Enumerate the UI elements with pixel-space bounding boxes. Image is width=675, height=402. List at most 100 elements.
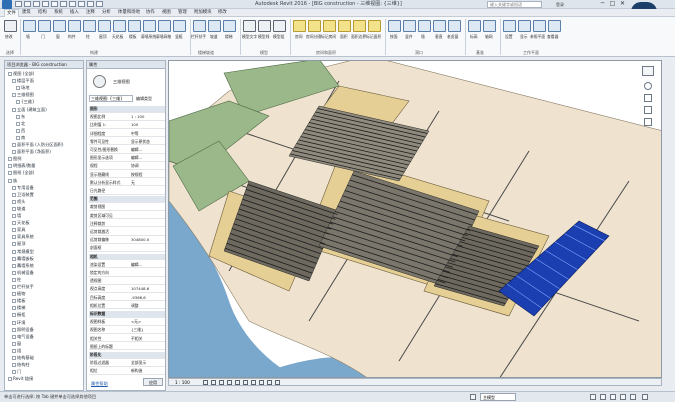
- revit-logo-icon[interactable]: [2, 0, 12, 9]
- browser-tree-item[interactable]: 西: [16, 128, 25, 134]
- browser-tree-item[interactable]: 幕墙嵌板: [12, 256, 34, 262]
- edit-type-button[interactable]: 编辑类型: [136, 95, 165, 102]
- property-row[interactable]: 渲染设置 编辑...: [89, 262, 165, 269]
- tab-analyze[interactable]: 分析: [102, 9, 111, 17]
- property-row[interactable]: 阶段过滤器 全部显示: [89, 360, 165, 367]
- text-icon[interactable]: [78, 1, 85, 7]
- property-value[interactable]: <无>: [131, 319, 141, 325]
- expand-toggle-icon[interactable]: [12, 341, 16, 346]
- model-text-icon[interactable]: [243, 20, 256, 32]
- property-row[interactable]: 视图比例 1 : 100: [89, 114, 165, 121]
- property-value[interactable]: {三维}: [131, 327, 143, 333]
- orbit-icon[interactable]: [644, 118, 652, 126]
- browser-tree-item[interactable]: 立面 (建筑立面): [12, 107, 47, 113]
- ramp-icon[interactable]: [208, 20, 221, 32]
- property-row[interactable]: 目标高度 -9366.6: [89, 295, 165, 302]
- type-selector[interactable]: 三维视图: {三维}: [89, 95, 133, 102]
- property-row[interactable]: 比例值 1: 100: [89, 122, 165, 129]
- browser-tree-item[interactable]: 楼板: [12, 298, 25, 304]
- expand-toggle-icon[interactable]: [12, 185, 16, 190]
- property-row[interactable]: 裁剪视图: [89, 204, 165, 211]
- browser-tree-item[interactable]: 电气设备: [12, 334, 34, 340]
- measure-icon[interactable]: [60, 1, 67, 7]
- room-icon[interactable]: [293, 20, 306, 32]
- temp-hide-icon[interactable]: [267, 380, 272, 385]
- browser-tree-item[interactable]: 机械设备: [12, 270, 34, 276]
- property-row[interactable]: 透视图: [89, 278, 165, 285]
- expand-toggle-icon[interactable]: [12, 228, 16, 233]
- area-icon[interactable]: [338, 20, 351, 32]
- workset-icon[interactable]: [470, 394, 476, 400]
- viewer-icon[interactable]: [548, 20, 561, 32]
- select-pinned-icon[interactable]: [610, 394, 616, 400]
- property-row[interactable]: 显示隐藏线 按规程: [89, 172, 165, 179]
- property-row[interactable]: 图纸上的标题: [89, 344, 165, 351]
- tab-architecture[interactable]: 建筑: [22, 9, 31, 17]
- floor-tool-icon[interactable]: [128, 20, 141, 32]
- expand-toggle-icon[interactable]: [16, 114, 20, 119]
- tab-view[interactable]: 视图: [162, 9, 171, 17]
- expand-toggle-icon[interactable]: [12, 313, 16, 318]
- expand-toggle-icon[interactable]: [12, 93, 16, 98]
- wall-opening-icon[interactable]: [418, 20, 431, 32]
- expand-toggle-icon[interactable]: [16, 135, 20, 140]
- component-tool-icon[interactable]: [68, 20, 81, 32]
- signin-link[interactable]: 登录: [556, 0, 564, 9]
- 3d-view-icon[interactable]: [87, 1, 94, 7]
- maximize-button[interactable]: □: [608, 0, 617, 8]
- expand-toggle-icon[interactable]: [12, 206, 16, 211]
- property-value[interactable]: 新构造: [131, 368, 142, 374]
- redo-icon[interactable]: [42, 1, 49, 7]
- expand-toggle-icon[interactable]: [12, 256, 16, 261]
- property-row[interactable]: 规程 协调: [89, 163, 165, 170]
- expand-toggle-icon[interactable]: [16, 128, 20, 133]
- expand-toggle-icon[interactable]: [12, 327, 16, 332]
- expand-toggle-icon[interactable]: [12, 79, 16, 84]
- navigation-bar[interactable]: [640, 66, 656, 146]
- expand-toggle-icon[interactable]: [12, 370, 16, 375]
- expand-toggle-icon[interactable]: [12, 249, 16, 254]
- render-icon[interactable]: [235, 380, 240, 385]
- stair-icon[interactable]: [223, 20, 236, 32]
- by-face-icon[interactable]: [388, 20, 401, 32]
- browser-tree-item[interactable]: Revit 链接: [8, 376, 33, 382]
- property-section[interactable]: 阶段化: [89, 352, 165, 359]
- property-row[interactable]: 可见性/图形替换 编辑...: [89, 147, 165, 154]
- dormer-icon[interactable]: [448, 20, 461, 32]
- crop-icon[interactable]: [243, 380, 248, 385]
- level-icon[interactable]: [468, 20, 481, 32]
- browser-tree-item[interactable]: 屋顶: [12, 241, 25, 247]
- expand-toggle-icon[interactable]: [8, 72, 12, 76]
- browser-tree-item[interactable]: 场地: [16, 85, 29, 91]
- curtain-grid-icon[interactable]: [158, 20, 171, 32]
- tab-systems[interactable]: 系统: [54, 9, 63, 17]
- property-section[interactable]: 范围: [89, 196, 165, 203]
- minimize-button[interactable]: ─: [598, 0, 607, 8]
- browser-tree-item[interactable]: 橱柜: [12, 312, 25, 318]
- ref-plane-icon[interactable]: [533, 20, 546, 32]
- pan-icon[interactable]: [644, 106, 652, 114]
- expand-toggle-icon[interactable]: [12, 221, 16, 226]
- property-row[interactable]: 视图名称 {三维}: [89, 327, 165, 334]
- expand-toggle-icon[interactable]: [8, 164, 12, 169]
- expand-toggle-icon[interactable]: [8, 157, 12, 162]
- undo-icon[interactable]: [33, 1, 40, 7]
- property-value[interactable]: 编辑...: [131, 155, 142, 161]
- browser-tree-item[interactable]: 栏杆扶手: [12, 284, 34, 290]
- sun-path-icon[interactable]: [219, 380, 224, 385]
- browser-tree-item[interactable]: 面积平面 (净面积): [12, 149, 51, 155]
- browser-tree-item[interactable]: 图纸 (全部): [8, 170, 34, 176]
- expand-toggle-icon[interactable]: [12, 363, 16, 368]
- browser-tree-item[interactable]: 坡道: [12, 206, 25, 212]
- property-section[interactable]: 标识数据: [89, 311, 165, 318]
- property-value[interactable]: 不相关: [131, 336, 142, 342]
- roof-tool-icon[interactable]: [98, 20, 111, 32]
- browser-tree-item[interactable]: 面积平面 (人防分区面积): [12, 142, 63, 148]
- browser-tree-item[interactable]: 天花板: [12, 220, 30, 226]
- browser-tree-item[interactable]: 幕墙系统: [12, 263, 34, 269]
- property-row[interactable]: 相位 新构造: [89, 368, 165, 375]
- property-value[interactable]: 304800.0: [131, 237, 149, 243]
- property-value[interactable]: 107448.6: [131, 286, 149, 292]
- viewcube-icon[interactable]: [642, 66, 654, 76]
- close-button[interactable]: ✕: [618, 0, 627, 8]
